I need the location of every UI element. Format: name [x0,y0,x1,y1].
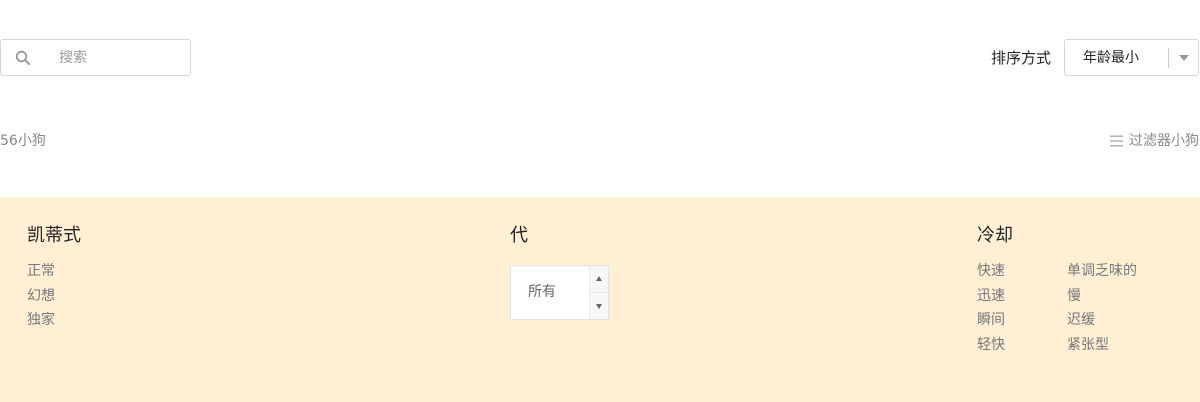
results-count: 56小狗 [0,133,46,149]
decrement-button[interactable] [590,293,608,319]
filter-group-title-cooldown: 冷却 [977,225,1013,246]
filter-option-style[interactable]: 幻想 [27,287,55,305]
filter-group-title-style: 凯蒂式 [27,225,81,246]
filter-option-cooldown[interactable]: 慢 [1067,287,1081,305]
filter-toggle[interactable]: 过滤器小狗 [1110,132,1199,150]
search-box[interactable] [0,39,191,76]
page: 排序方式 年龄最小 56小狗 过滤器小狗 凯蒂式 正常 幻想 独家 代 所有 [0,0,1200,402]
filter-panel: 凯蒂式 正常 幻想 独家 代 所有 冷却 快速 迅速 瞬间 轻快 单调乏味的 慢… [0,197,1200,402]
filter-option-cooldown[interactable]: 快速 [977,262,1005,280]
sort-selected-value: 年龄最小 [1083,50,1139,66]
filter-option-cooldown[interactable]: 瞬间 [977,311,1005,329]
filter-option-cooldown[interactable]: 迟缓 [1067,311,1095,329]
caret-up-icon [596,276,602,281]
select-divider [1168,48,1169,68]
chevron-down-icon [1179,55,1189,61]
filter-toggle-label: 过滤器小狗 [1129,133,1199,149]
hamburger-icon [1110,135,1123,147]
caret-down-icon [596,304,602,309]
generation-value: 所有 [528,284,556,300]
filter-option-cooldown[interactable]: 轻快 [977,336,1005,354]
increment-button[interactable] [590,266,608,293]
filter-group-title-generation: 代 [510,225,528,246]
filter-option-cooldown[interactable]: 紧张型 [1067,336,1109,354]
spinner [589,266,608,319]
filter-option-cooldown[interactable]: 单调乏味的 [1067,262,1137,280]
search-icon [15,50,30,65]
generation-number-input[interactable]: 所有 [510,265,609,320]
sort-label: 排序方式 [991,49,1052,67]
filter-option-cooldown[interactable]: 迅速 [977,287,1005,305]
filter-option-style[interactable]: 独家 [27,311,55,329]
filter-option-style[interactable]: 正常 [27,262,55,280]
search-input[interactable] [45,40,185,75]
sort-select[interactable]: 年龄最小 [1064,39,1199,76]
